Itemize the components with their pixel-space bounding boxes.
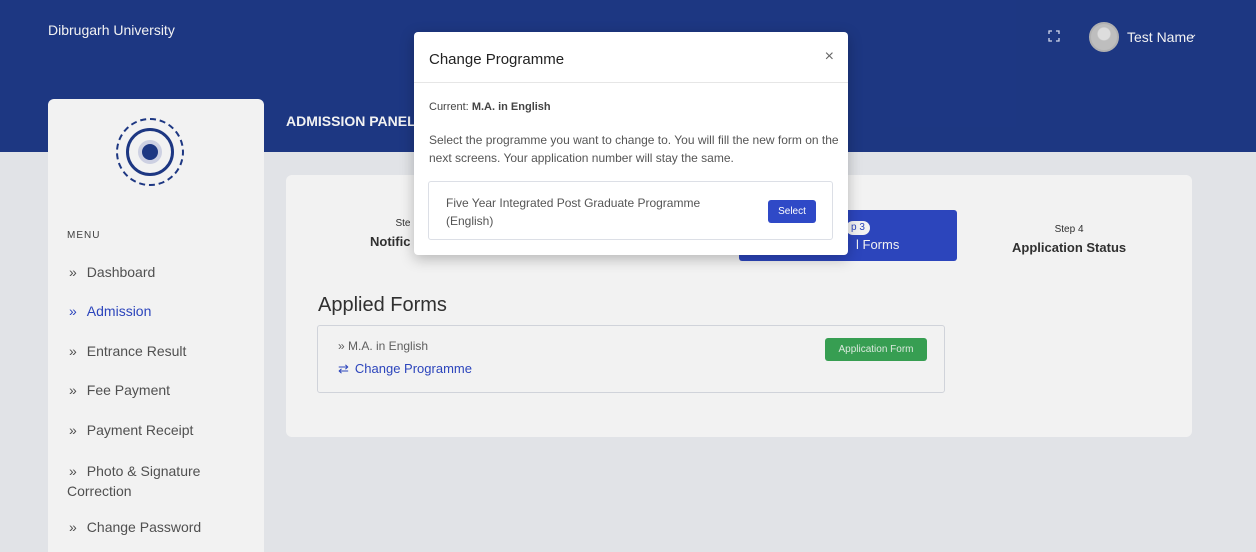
current-label: Current: <box>429 101 469 113</box>
close-icon[interactable]: × <box>825 48 834 66</box>
modal-title: Change Programme <box>429 51 565 68</box>
change-programme-modal: Change Programme × Current: M.A. in Engl… <box>414 32 848 255</box>
modal-description: Select the programme you want to change … <box>429 133 839 165</box>
programme-option: Five Year Integrated Post Graduate Progr… <box>428 181 833 240</box>
current-value: M.A. in English <box>471 101 551 113</box>
modal-header: Change Programme × <box>414 32 848 83</box>
programme-option-name: Five Year Integrated Post Graduate Progr… <box>446 196 701 228</box>
select-button[interactable]: Select <box>768 200 816 223</box>
current-programme: Current: M.A. in English <box>429 101 551 113</box>
